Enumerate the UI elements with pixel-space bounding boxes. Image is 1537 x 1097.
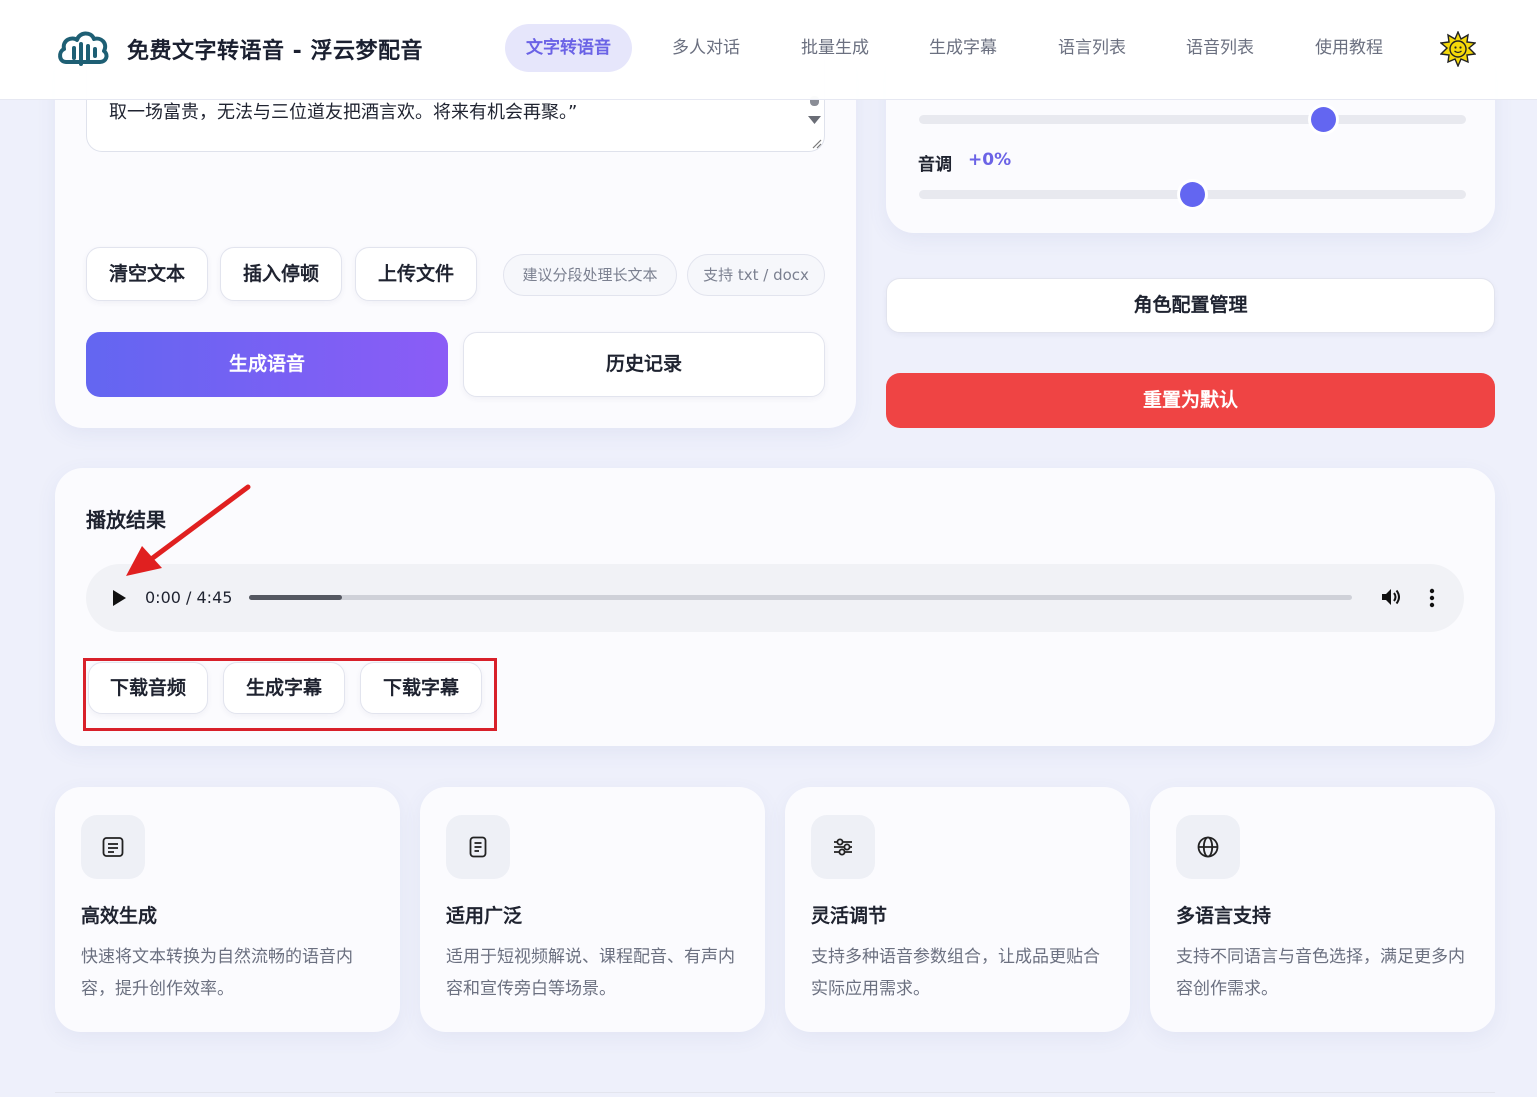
nav-tab-voice-list[interactable]: 语音列表 [1164, 24, 1276, 72]
more-options-icon[interactable] [1424, 587, 1440, 609]
volume-icon[interactable] [1380, 586, 1402, 608]
file-format-hint: 支持 txt / docx [687, 254, 825, 296]
speed-slider-track[interactable] [919, 115, 1466, 124]
divider [55, 1092, 1495, 1093]
top-navigation-bar: 免费文字转语音 - 浮云梦配音 文字转语音 多人对话 批量生成 生成字幕 语言列… [0, 0, 1537, 100]
sliders-icon [834, 838, 852, 856]
reset-default-button[interactable]: 重置为默认 [886, 373, 1495, 428]
sun-icon[interactable] [1440, 31, 1476, 67]
feature-card-multilingual: 多语言支持 支持不同语言与音色选择，满足更多内容创作需求。 [1150, 787, 1495, 1032]
pitch-slider-thumb[interactable] [1180, 182, 1205, 207]
audio-progress-track[interactable] [249, 595, 1352, 600]
nav-tab-batch-generate[interactable]: 批量生成 [779, 24, 891, 72]
feature-card-flexible: 灵活调节 支持多种语音参数组合，让成品更贴合实际应用需求。 [785, 787, 1130, 1032]
logo-icon[interactable] [56, 26, 110, 70]
text-input-content[interactable]: 取一场富贵，无法与三位道友把酒言欢。将来有机会再聚。” [109, 98, 577, 124]
clear-text-button[interactable]: 清空文本 [86, 247, 208, 301]
pitch-value: +0% [968, 150, 1012, 170]
feature-desc: 支持多种语音参数组合，让成品更贴合实际应用需求。 [811, 947, 1100, 999]
insert-pause-button[interactable]: 插入停顿 [220, 247, 342, 301]
resize-handle-icon[interactable] [812, 139, 822, 149]
feature-desc: 快速将文本转换为自然流畅的语音内容，提升创作效率。 [81, 947, 353, 999]
upload-file-button[interactable]: 上传文件 [355, 247, 477, 301]
scroll-down-icon[interactable] [808, 115, 821, 125]
annotation-highlight-box [83, 658, 497, 731]
feature-title: 适用广泛 [446, 905, 523, 927]
feature-title: 高效生成 [81, 905, 158, 927]
long-text-hint: 建议分段处理长文本 [503, 254, 677, 296]
role-config-button[interactable]: 角色配置管理 [886, 278, 1495, 333]
feature-title: 灵活调节 [811, 905, 888, 927]
globe-icon [1197, 836, 1219, 858]
history-button[interactable]: 历史记录 [463, 332, 825, 397]
nav-tab-text-to-speech[interactable]: 文字转语音 [505, 24, 632, 72]
brand-title[interactable]: 免费文字转语音 - 浮云梦配音 [127, 33, 423, 65]
feature-desc: 支持不同语言与音色选择，满足更多内容创作需求。 [1176, 947, 1465, 999]
audio-time: 0:00 / 4:45 [145, 588, 233, 607]
annotation-arrow-icon [126, 484, 251, 576]
audio-progress-fill [249, 595, 342, 600]
document-lines-icon [102, 837, 124, 857]
nav-tab-generate-subtitle[interactable]: 生成字幕 [907, 24, 1019, 72]
generate-speech-button[interactable]: 生成语音 [86, 332, 448, 397]
nav-tab-language-list[interactable]: 语言列表 [1036, 24, 1148, 72]
pitch-label: 音调 [918, 155, 952, 175]
feature-title: 多语言支持 [1176, 905, 1272, 927]
play-icon[interactable] [111, 589, 127, 607]
file-icon [469, 836, 487, 858]
feature-desc: 适用于短视频解说、课程配音、有声内容和宣传旁白等场景。 [446, 947, 735, 999]
nav-tab-tutorial[interactable]: 使用教程 [1293, 24, 1405, 72]
feature-card-wide-use: 适用广泛 适用于短视频解说、课程配音、有声内容和宣传旁白等场景。 [420, 787, 765, 1032]
feature-card-efficient: 高效生成 快速将文本转换为自然流畅的语音内容，提升创作效率。 [55, 787, 400, 1032]
nav-tab-multi-dialog[interactable]: 多人对话 [650, 24, 762, 72]
